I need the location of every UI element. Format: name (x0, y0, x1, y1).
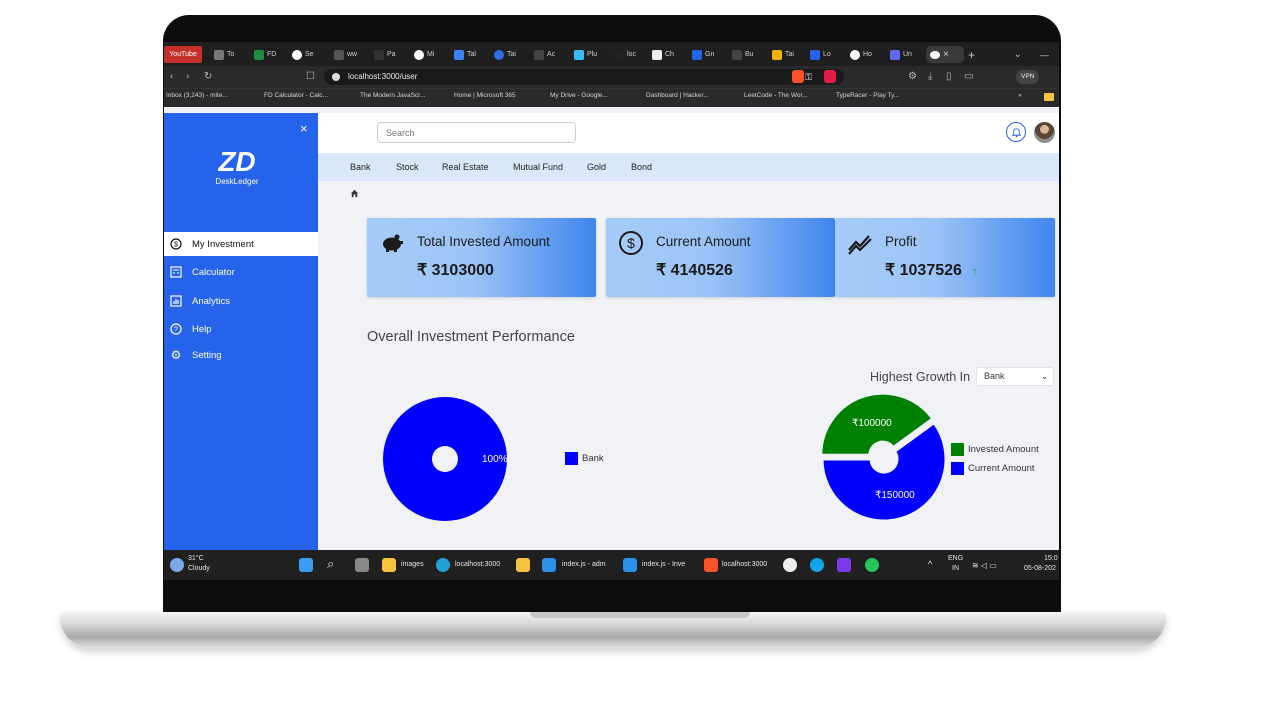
pie-data-label: 100% (482, 454, 508, 465)
tab-18[interactable]: Un (890, 46, 912, 63)
language-bottom[interactable]: IN (952, 565, 959, 572)
tab-15[interactable]: Tai (772, 46, 794, 63)
bookmark-item[interactable]: Dashboard | Hacker... (646, 92, 709, 99)
tab-close-icon[interactable]: × (943, 49, 949, 60)
forward-icon[interactable]: › (186, 71, 189, 82)
bookmark-item[interactable]: FD Calculator - Calc... (264, 92, 328, 99)
tab-13[interactable]: Gn (692, 46, 714, 63)
pie-data-label: ₹150000 (875, 490, 915, 501)
extensions-icon[interactable]: ⚙ (908, 71, 917, 82)
browser-tab-bar: YouTube To FD Se ww Pa Mi Tal Tai Ac Plu… (164, 42, 1059, 66)
allocation-pie-chart: 100% (383, 397, 508, 521)
tab-1[interactable]: To (214, 46, 234, 63)
folder-icon[interactable] (1044, 93, 1054, 101)
minimize-icon[interactable]: — (1040, 46, 1049, 63)
tab-7[interactable]: Tal (454, 46, 476, 63)
wallet-icon[interactable]: ▭ (964, 71, 973, 82)
pie-hole (871, 446, 897, 472)
weather-icon[interactable] (170, 558, 184, 572)
tab-14[interactable]: Bu (732, 46, 754, 63)
bookmark-item[interactable]: Home | Microsoft 365 (454, 92, 516, 99)
bookmarks-more-button[interactable]: » (1018, 92, 1022, 99)
bookmark-item[interactable]: TypeRacer - Play Ty... (836, 92, 899, 99)
legend-swatch (951, 443, 964, 456)
growth-pie-chart: ₹100000 ₹150000 (819, 391, 948, 523)
browser-address-bar: ‹ › ↻ ☐ localhost:3000/user ⇪ ⚿ ⚙ ⤓ ▯ ▭ … (164, 66, 1059, 88)
bookmark-item[interactable]: LeetCode - The Wor... (744, 92, 808, 99)
legend-item: Bank (565, 452, 604, 465)
weather-temp: 31°C (188, 555, 204, 562)
search-icon[interactable]: ⌕ (327, 556, 341, 571)
pie-hole (432, 446, 458, 472)
tab-6[interactable]: Mi (414, 46, 434, 63)
vscode-icon[interactable] (542, 558, 556, 572)
reload-icon[interactable]: ↻ (204, 71, 212, 82)
legend-item: Invested Amount (951, 443, 1039, 456)
bookmark-item[interactable]: Inbox (3,243) - mite... (166, 92, 228, 99)
laptop-notch (530, 612, 750, 618)
bookmarks-bar: Inbox (3,243) - mite... FD Calculator - … (164, 88, 1059, 107)
bookmark-icon[interactable]: ☐ (306, 71, 315, 82)
brave-icon[interactable] (704, 558, 718, 572)
tab-list-chevron-icon[interactable]: ⌄ (1014, 46, 1022, 63)
legend-swatch (951, 462, 964, 475)
brave-shield-icon[interactable] (792, 70, 804, 83)
site-info-icon[interactable] (332, 73, 340, 81)
windows-taskbar: 31°C Cloudy ⌕ images localhost:3000 inde… (164, 550, 1059, 580)
legend-label: Invested Amount (968, 444, 1039, 455)
tray-chevron-icon[interactable]: ^ (928, 559, 932, 569)
tab-active[interactable]: × (926, 46, 964, 63)
language-top[interactable]: ENG (948, 555, 963, 562)
tab-17[interactable]: Ho (850, 46, 872, 63)
clock-date[interactable]: 05-08-202 (1024, 565, 1056, 572)
charts-layer: 100% ₹100000 ₹150000 (383, 391, 948, 523)
clock-time[interactable]: 15:0 (1044, 555, 1058, 562)
tab-9[interactable]: Ac (534, 46, 555, 63)
sticky-notes-icon[interactable] (516, 558, 530, 572)
file-explorer-icon[interactable] (382, 558, 396, 572)
taskbar-app-label[interactable]: images (401, 561, 424, 568)
bookmark-item[interactable]: My Drive - Google... (550, 92, 608, 99)
legend-label: Bank (582, 453, 604, 464)
vpn-button[interactable]: VPN (1016, 70, 1040, 84)
new-tab-button[interactable]: + (968, 46, 975, 63)
download-icon[interactable]: ⤓ (928, 71, 932, 82)
skype-icon[interactable] (810, 558, 824, 572)
tab-10[interactable]: Plu (574, 46, 597, 63)
wifi-icon[interactable]: ≋ ◁ ▭ (972, 561, 997, 570)
tab-12[interactable]: Ch (652, 46, 674, 63)
app-root: × ZD DeskLedger $ My Investment Calculat… (164, 113, 1059, 550)
tab-youtube[interactable]: YouTube (164, 46, 202, 63)
edge-icon[interactable] (436, 558, 450, 572)
tab-11[interactable]: loc (614, 46, 636, 63)
laptop-screen: YouTube To FD Se ww Pa Mi Tal Tai Ac Plu… (164, 42, 1059, 580)
tab-5[interactable]: Pa (374, 46, 396, 63)
tab-4[interactable]: ww (334, 46, 357, 63)
tab-3[interactable]: Se (292, 46, 314, 63)
tab-8[interactable]: Tai (494, 46, 516, 63)
pie-data-label: ₹100000 (852, 418, 892, 429)
windows-start-icon[interactable] (299, 558, 313, 572)
xbox-icon[interactable] (865, 558, 879, 572)
bookmark-item[interactable]: The Modern JavaScr... (360, 92, 425, 99)
url-field[interactable]: localhost:3000/user ⇪ ⚿ (324, 69, 844, 85)
weather-text: Cloudy (188, 565, 210, 572)
legend-label: Current Amount (968, 463, 1035, 474)
taskbar-app-label[interactable]: index.js - Inve (642, 561, 685, 568)
brave-rewards-icon[interactable] (824, 70, 836, 83)
task-view-icon[interactable] (355, 558, 369, 572)
sidebar-toggle-icon[interactable]: ▯ (946, 71, 952, 82)
tab-2[interactable]: FD (254, 46, 276, 63)
app-icon[interactable] (837, 558, 851, 572)
taskbar-app-label[interactable]: localhost:3000 (722, 561, 767, 568)
taskbar-app-label[interactable]: localhost:3000 (455, 561, 500, 568)
taskbar-app-label[interactable]: index.js - adm (562, 561, 606, 568)
vscode-icon[interactable] (623, 558, 637, 572)
key-icon[interactable]: ⚿ (805, 69, 812, 85)
back-icon[interactable]: ‹ (170, 71, 173, 82)
legend-swatch (565, 452, 578, 465)
app-icon[interactable] (783, 558, 797, 572)
legend-item: Current Amount (951, 462, 1035, 475)
tab-16[interactable]: Lo (810, 46, 831, 63)
